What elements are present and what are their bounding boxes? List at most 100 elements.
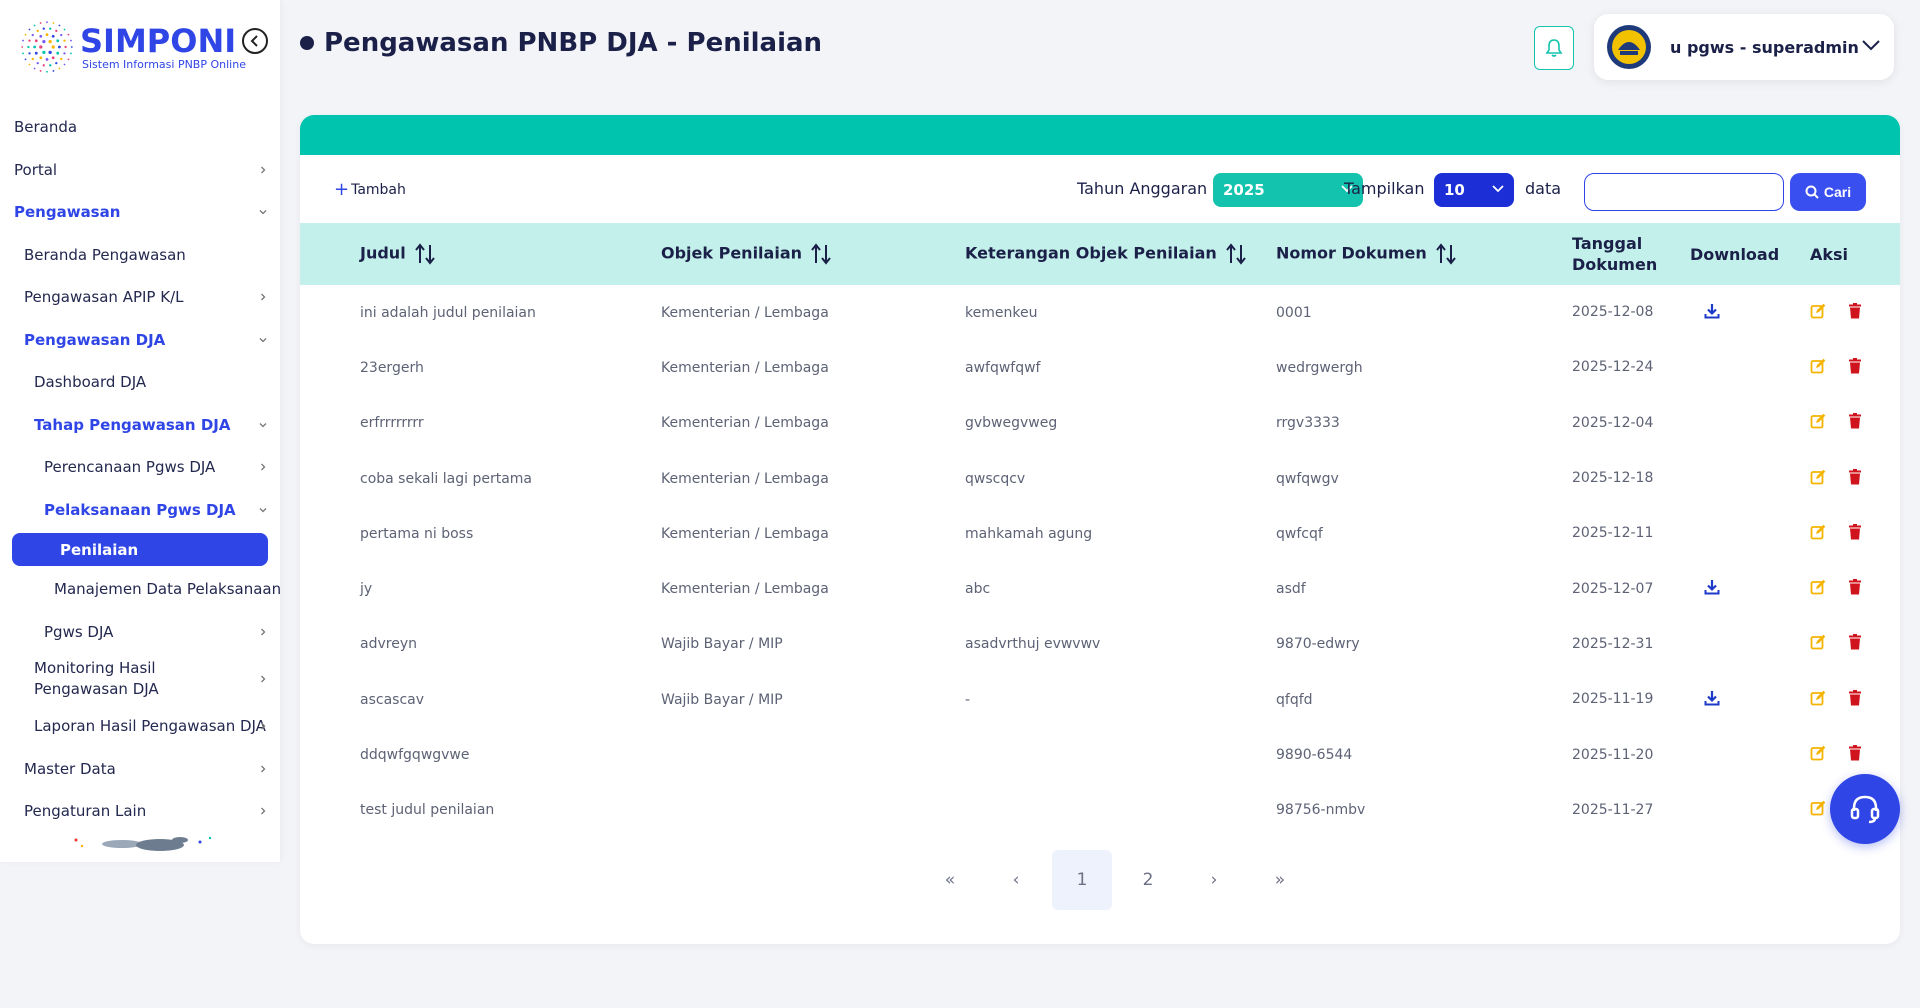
sidebar-item-dashboard-dja[interactable]: Dashboard DJA [0, 361, 280, 404]
column-header-nomor[interactable]: Nomor Dokumen [1276, 223, 1572, 285]
edit-icon[interactable] [1810, 358, 1826, 378]
chevron-down-icon [259, 210, 267, 215]
column-header-keterangan[interactable]: Keterangan Objek Penilaian [965, 223, 1276, 285]
notification-button[interactable] [1534, 26, 1574, 70]
cell-nomor: wedrgwergh [1276, 359, 1363, 376]
help-button[interactable] [1830, 774, 1900, 844]
edit-icon[interactable] [1810, 469, 1826, 489]
app-logo[interactable]: SIMPONI Sistem Informasi PNBP Online [18, 18, 246, 78]
card-header-band [300, 115, 1900, 155]
sidebar-item-laporan-hasil-pengawasan-dja[interactable]: Laporan Hasil Pengawasan DJA [0, 705, 280, 748]
sidebar-item-pgws-dja[interactable]: Pgws DJA [0, 611, 280, 654]
search-button[interactable]: Cari [1790, 173, 1866, 211]
column-header-tanggal: Tanggal Dokumen [1572, 234, 1658, 274]
headset-icon [1850, 795, 1880, 824]
sidebar-item-pengawasan-apip-k-l[interactable]: Pengawasan APIP K/L [0, 276, 280, 319]
download-icon[interactable] [1704, 579, 1720, 599]
sidebar-item-pengaturan-lain[interactable]: Pengaturan Lain [0, 790, 280, 833]
sidebar-item-master-data[interactable]: Master Data [0, 748, 280, 791]
cell-download [1690, 727, 1810, 782]
user-menu[interactable]: u pgws - superadmin [1594, 14, 1894, 80]
cell-judul: pertama ni boss [360, 525, 474, 542]
sidebar-item-manajemen-data-pelaksanaan[interactable]: Manajemen Data Pelaksanaan [0, 568, 282, 611]
sidebar-item-monitoring-hasil-pengawasan-dja[interactable]: Monitoring Hasil Pengawasan DJA [0, 653, 280, 705]
sidebar-item-tahap-pengawasan-dja[interactable]: Tahap Pengawasan DJA [0, 404, 280, 447]
cell-nomor: 9870-edwry [1276, 636, 1360, 653]
trash-icon[interactable] [1848, 523, 1862, 544]
data-label: data [1525, 179, 1562, 198]
first-page-button[interactable]: « [920, 850, 980, 910]
next-page-button[interactable]: › [1184, 850, 1244, 910]
sidebar-item-portal[interactable]: Portal [0, 149, 280, 192]
download-icon[interactable] [1704, 690, 1720, 710]
cell-keterangan: awfqwfqwf [965, 359, 1041, 376]
edit-icon[interactable] [1810, 745, 1826, 765]
cell-objek: Kementerian / Lembaga [661, 525, 829, 542]
cell-nomor: rrgv3333 [1276, 415, 1340, 432]
column-header-label: Judul [360, 243, 406, 263]
last-page-button[interactable]: » [1250, 850, 1310, 910]
sidebar-item-beranda[interactable]: Beranda [0, 106, 280, 149]
cell-nomor: qwfcqf [1276, 525, 1323, 542]
cell-objek: Kementerian / Lembaga [661, 415, 829, 432]
trash-icon[interactable] [1848, 357, 1862, 378]
search-input[interactable] [1584, 173, 1784, 211]
cell-keterangan: - [965, 691, 971, 708]
edit-icon[interactable] [1810, 579, 1826, 599]
chevron-down-icon [259, 422, 267, 428]
trash-icon[interactable] [1848, 468, 1862, 489]
cell-download [1690, 617, 1810, 672]
cell-nomor: qfqfd [1276, 691, 1313, 708]
edit-icon[interactable] [1810, 800, 1826, 820]
edit-icon[interactable] [1810, 690, 1826, 710]
column-header-judul[interactable]: Judul [300, 223, 661, 285]
page-2-button[interactable]: 2 [1118, 850, 1178, 910]
download-icon[interactable] [1704, 303, 1720, 323]
collapse-sidebar-button[interactable] [242, 28, 268, 54]
sidebar-item-pelaksanaan-pgws-dja[interactable]: Pelaksanaan Pgws DJA [0, 489, 280, 532]
cell-tanggal: 2025-12-11 [1572, 525, 1654, 542]
year-select[interactable]: 2025 [1213, 173, 1363, 207]
cell-judul: erfrrrrrrrr [360, 415, 424, 432]
cell-keterangan: kemenkeu [965, 304, 1038, 321]
sidebar-item-label: Pgws DJA [44, 622, 114, 641]
cell-aksi [1810, 285, 1900, 340]
trash-icon[interactable] [1848, 579, 1862, 599]
cell-judul: coba sekali lagi pertama [360, 470, 532, 487]
cell-objek: Kementerian / Lembaga [661, 581, 829, 598]
sidebar-item-beranda-pengawasan[interactable]: Beranda Pengawasan [0, 234, 280, 277]
edit-icon[interactable] [1810, 303, 1826, 323]
cell-download [1690, 561, 1810, 616]
column-header-objek[interactable]: Objek Penilaian [661, 223, 965, 285]
sidebar-item-penilaian[interactable]: Penilaian [12, 533, 268, 566]
sidebar-item-pengawasan-dja[interactable]: Pengawasan DJA [0, 319, 280, 362]
cell-keterangan [965, 727, 1276, 782]
plus-icon: + [334, 179, 350, 200]
trash-icon[interactable] [1848, 634, 1862, 654]
chevron-right-icon [261, 675, 266, 683]
cell-tanggal: 2025-12-07 [1572, 580, 1654, 597]
trash-icon[interactable] [1848, 413, 1862, 433]
sidebar-item-pengawasan[interactable]: Pengawasan [0, 191, 280, 234]
table-header-row: Judul Objek Penilaian Keterangan Objek P… [300, 223, 1900, 285]
sidebar-item-label: Manajemen Data Pelaksanaan [54, 580, 282, 599]
cell-keterangan: qwscqcv [965, 470, 1026, 487]
prev-page-button[interactable]: ‹ [986, 850, 1046, 910]
cell-keterangan: gvbwegvweg [965, 415, 1058, 432]
trash-icon[interactable] [1848, 745, 1862, 765]
cell-judul: test judul penilaian [360, 802, 495, 819]
edit-icon[interactable] [1810, 413, 1826, 433]
edit-icon[interactable] [1810, 634, 1826, 654]
page-size-select[interactable]: 10 [1434, 173, 1514, 207]
chevron-down-icon [259, 337, 267, 343]
trash-icon[interactable] [1848, 302, 1862, 323]
search-button-label: Cari [1823, 184, 1852, 200]
add-button[interactable]: + Tambah [334, 179, 406, 200]
page-1-button[interactable]: 1 [1052, 850, 1112, 910]
sidebar-item-perencanaan-pgws-dja[interactable]: Perencanaan Pgws DJA [0, 446, 280, 489]
cell-nomor: asdf [1276, 581, 1306, 598]
cell-download [1690, 285, 1810, 340]
edit-icon[interactable] [1810, 524, 1826, 544]
trash-icon[interactable] [1848, 689, 1862, 710]
page-size-value: 10 [1444, 181, 1465, 199]
